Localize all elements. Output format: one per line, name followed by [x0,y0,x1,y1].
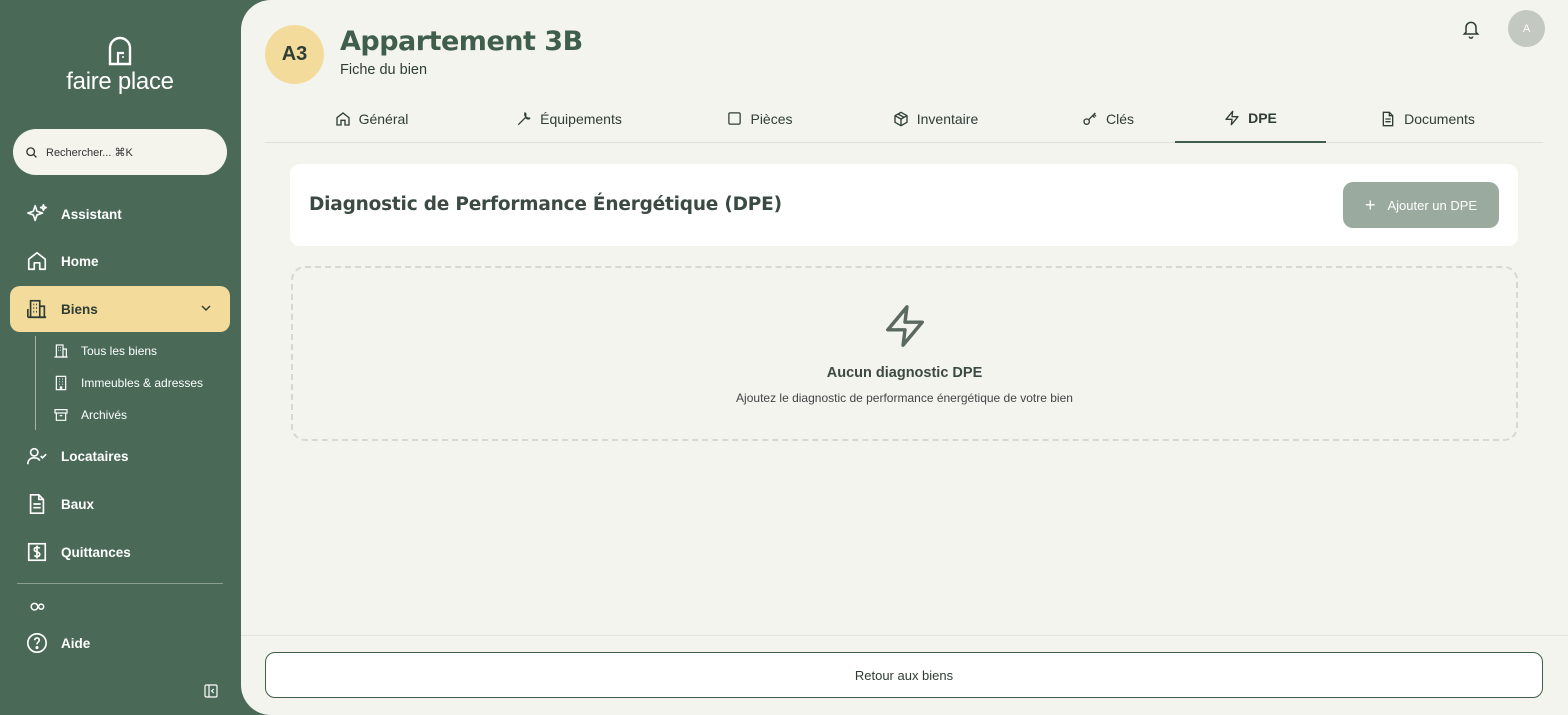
sidebar-item-baux[interactable]: Baux [10,481,230,527]
empty-state-title: Aucun diagnostic DPE [826,365,983,381]
sidebar-subitem-immeubles[interactable]: Immeubles & adresses [53,372,203,394]
bell-icon[interactable] [1461,18,1481,40]
add-dpe-button[interactable]: + Ajouter un DPE [1343,182,1499,228]
sidebar-item-biens[interactable]: Biens [10,286,230,332]
sidebar-item-clipped [27,600,227,614]
property-avatar: A3 [265,25,324,84]
sidebar-item-label: Assistant [61,206,122,222]
page-subtitle: Fiche du bien [340,62,428,78]
building-icon [26,298,48,320]
search-input[interactable]: Rechercher... ⌘K [13,129,227,175]
user-avatar[interactable]: A [1508,10,1545,47]
search-icon [26,146,37,158]
sidebar-item-home[interactable]: Home [10,238,230,284]
sidebar-item-label: Home [61,253,99,269]
sidebar-subitem-tous-les-biens[interactable]: Tous les biens [53,340,157,362]
submenu-line [35,336,36,430]
tab-label: Inventaire [916,110,979,127]
receipt-icon [26,541,48,563]
dpe-header-card: Diagnostic de Performance Énergétique (D… [290,164,1518,246]
brand-name: faire place [66,68,174,95]
sidebar-item-locataires[interactable]: Locataires [10,433,230,479]
file-icon [1380,111,1396,127]
tab-inventaire[interactable]: Inventaire [873,95,998,142]
chevron-down-icon[interactable] [198,300,214,316]
tab-label: Général [358,110,409,127]
buildings-icon [53,343,71,359]
tab-equipements[interactable]: Équipements [499,95,639,142]
tab-bar: Général Équipements Pièces Inventaire Cl… [265,95,1543,143]
sidebar-item-label: Biens [61,301,98,317]
square-icon [727,111,742,126]
sparkles-icon [26,203,48,225]
back-to-properties-button[interactable]: Retour aux biens [265,652,1543,698]
tab-general[interactable]: Général [319,95,424,142]
help-circle-icon [26,632,48,654]
tab-pieces[interactable]: Pièces [710,95,810,142]
tab-label: Clés [1105,110,1134,127]
section-title: Diagnostic de Performance Énergétique (D… [309,194,782,215]
empty-state: Aucun diagnostic DPE Ajoutez le diagnost… [291,266,1518,441]
tab-label: DPE [1248,110,1277,126]
document-icon [26,493,48,515]
sidebar-subitem-archives[interactable]: Archivés [53,404,127,426]
sidebar-item-label: Baux [61,496,95,512]
sidebar: faire place Rechercher... ⌘K Assistant H… [0,0,241,715]
zap-icon [1224,110,1240,126]
apartment-icon [53,375,71,391]
tab-cles[interactable]: Clés [1063,95,1153,142]
zap-icon [886,305,924,347]
sidebar-divider [17,583,223,584]
logo-house-icon [108,36,132,66]
main-panel: A3 Appartement 3B Fiche du bien A Généra… [241,0,1568,715]
wrench-icon [516,111,532,127]
footer-divider [241,635,1568,636]
key-icon [1082,111,1098,127]
package-icon [893,111,909,127]
sidebar-collapse-icon[interactable] [203,683,219,699]
home-icon [335,111,351,127]
home-icon [26,250,48,272]
sidebar-subitem-label: Archivés [81,408,128,422]
sidebar-item-label: Quittances [61,544,131,560]
tab-label: Documents [1404,110,1475,127]
sidebar-item-label: Locataires [61,448,129,464]
add-dpe-label: Ajouter un DPE [1387,197,1478,213]
tab-label: Équipements [540,110,622,127]
empty-state-description: Ajoutez le diagnostic de performance éne… [736,391,1073,405]
search-placeholder: Rechercher... ⌘K [46,146,133,159]
logo[interactable]: faire place [64,36,176,98]
page-title: Appartement 3B [340,26,583,57]
plus-icon: + [1364,195,1376,215]
sidebar-item-label: Aide [61,635,91,651]
tab-dpe[interactable]: DPE [1175,95,1326,143]
tab-documents[interactable]: Documents [1365,95,1490,142]
sidebar-subitem-label: Tous les biens [81,344,158,358]
sidebar-item-aide[interactable]: Aide [10,620,230,666]
sidebar-subitem-label: Immeubles & adresses [81,376,204,390]
sidebar-item-assistant[interactable]: Assistant [10,191,230,237]
tab-label: Pièces [750,110,793,127]
archive-icon [53,407,71,423]
sidebar-item-quittances[interactable]: Quittances [10,529,230,575]
user-check-icon [26,445,48,467]
